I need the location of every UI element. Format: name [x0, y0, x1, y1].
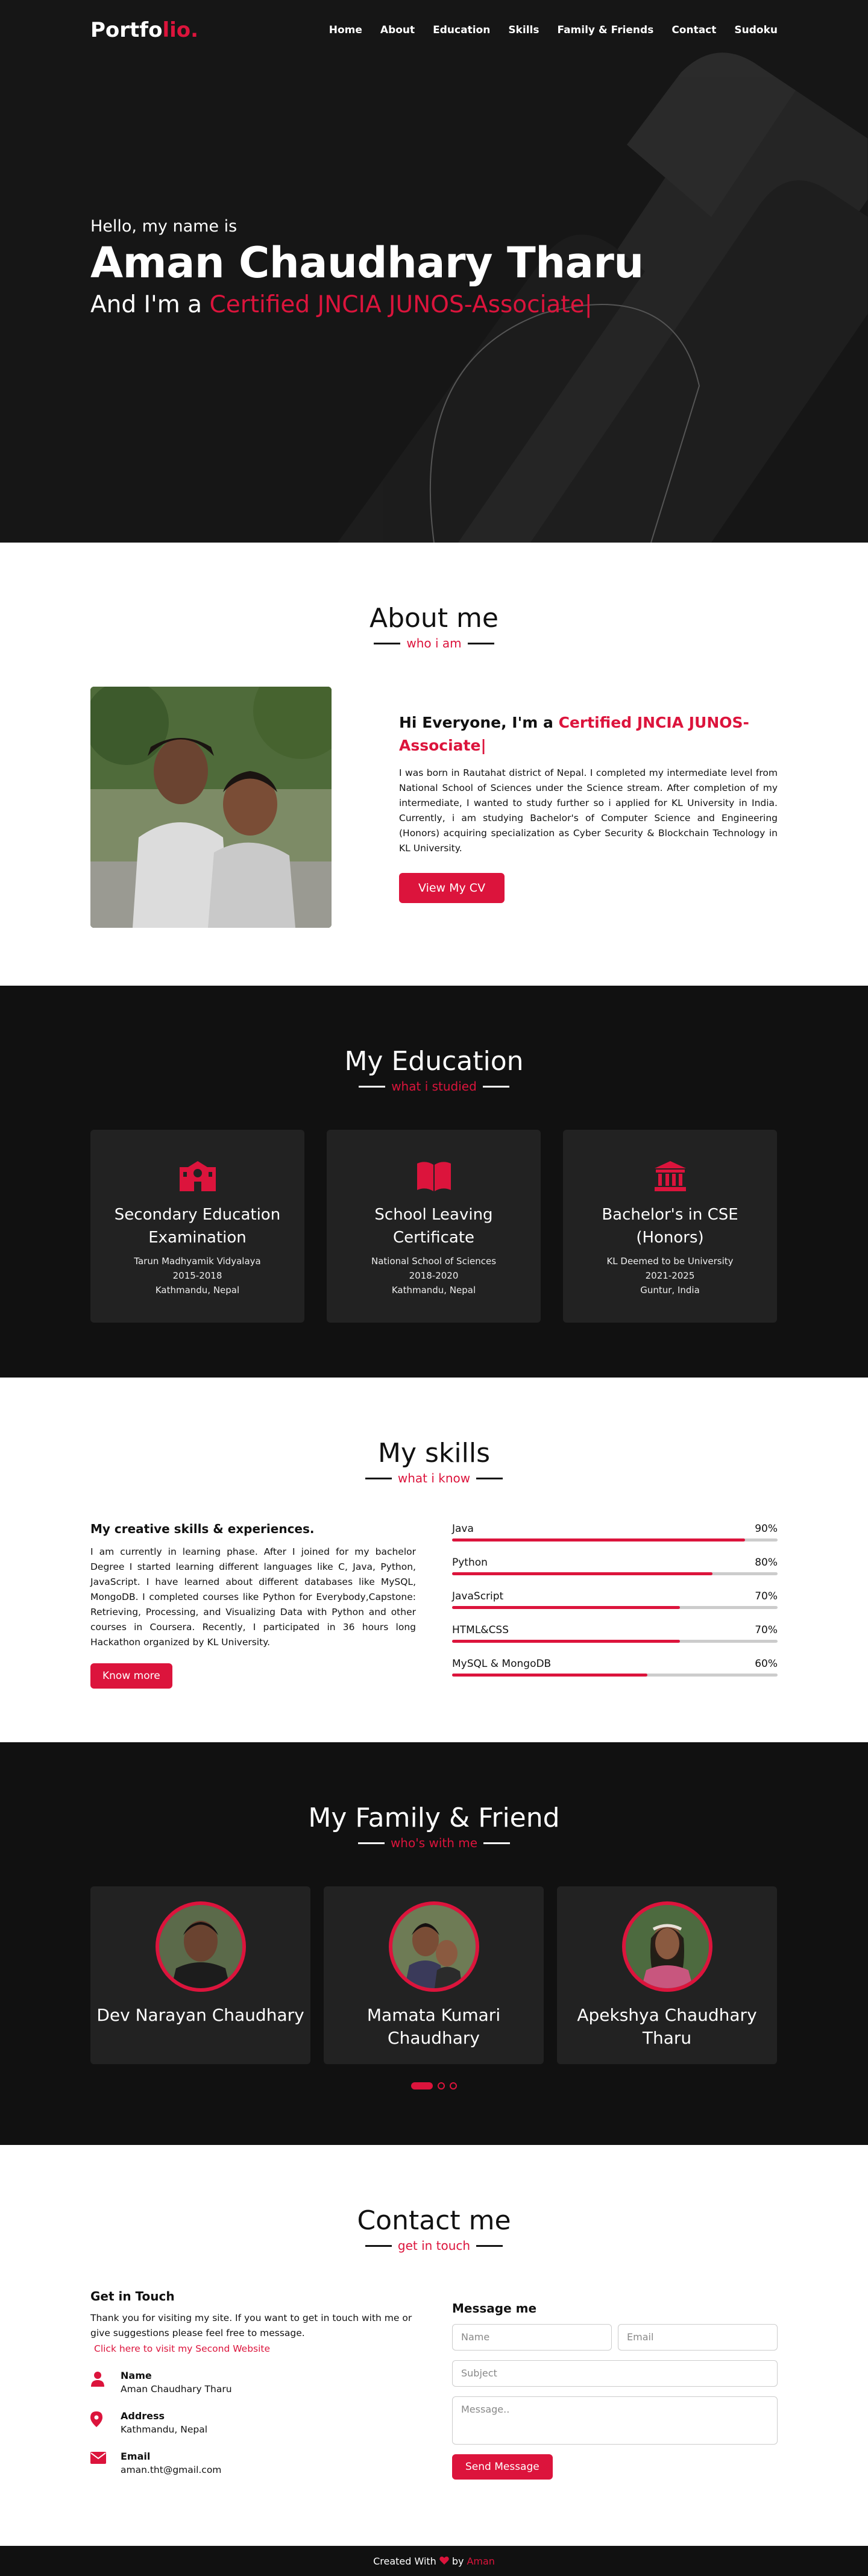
contact-section: Contact me get in touch Get in Touch Tha…: [0, 2145, 868, 2546]
family-section: My Family & Friend who's with me Dev Nar…: [0, 1742, 868, 2145]
subject-input[interactable]: Subject: [452, 2360, 778, 2387]
nav-menu: Home About Education Skills Family & Fri…: [329, 24, 778, 36]
avatar: [621, 1901, 712, 1992]
skill-bar: Python 80%: [452, 1557, 778, 1575]
email-input[interactable]: Email: [618, 2324, 778, 2351]
view-cv-button[interactable]: View My CV: [399, 873, 505, 903]
envelope-icon: [90, 2451, 121, 2466]
nav-item-about[interactable]: About: [380, 24, 415, 36]
book-icon: [327, 1160, 541, 1192]
carousel-dot[interactable]: [411, 2082, 433, 2089]
avatar: [155, 1901, 246, 1992]
skill-bar: HTML&CSS 70%: [452, 1624, 778, 1643]
nav-item-family[interactable]: Family & Friends: [557, 24, 653, 36]
hero-role: And I'm a Certified JNCIA JUNOS-Associat…: [90, 291, 593, 318]
person-icon: [90, 2370, 121, 2389]
profile-photo: [90, 687, 332, 928]
about-heading: Hi Everyone, I'm a Certified JNCIA JUNOS…: [399, 714, 749, 754]
know-more-button[interactable]: Know more: [90, 1663, 172, 1689]
skills-heading: My creative skills & experiences.: [90, 1522, 315, 1536]
carousel-dot[interactable]: [450, 2082, 457, 2089]
logo[interactable]: Portfolio.: [90, 18, 198, 42]
family-card[interactable]: Dev Narayan Chaudhary: [90, 1886, 310, 2064]
avatar: [388, 1901, 479, 1992]
family-title: My Family & Friend who's with me: [308, 1803, 560, 1850]
education-title: My Education what i studied: [344, 1046, 524, 1094]
family-card[interactable]: Mamata Kumari Chaudhary: [324, 1886, 544, 2064]
about-title: About me who i am: [369, 603, 498, 650]
hero-section: Hello, my name is Aman Chaudhary Tharu A…: [0, 0, 868, 543]
skill-bars: Java 90% Python 80% JavaScript 70% HTML&CSS…: [452, 1522, 778, 1692]
nav-item-education[interactable]: Education: [433, 24, 490, 36]
contact-heading: Get in Touch: [90, 2289, 175, 2304]
message-textarea[interactable]: Message..: [452, 2396, 778, 2445]
contact-address: Address Kathmandu, Nepal: [90, 2410, 416, 2435]
education-section: My Education what i studied Secondary Ed…: [0, 986, 868, 1378]
contact-form: Message me Name Email Subject Message.. …: [452, 2289, 778, 2480]
education-card: Secondary Education Examination Tarun Ma…: [90, 1130, 304, 1323]
carousel-dot[interactable]: [438, 2082, 445, 2089]
nav-item-skills[interactable]: Skills: [508, 24, 539, 36]
education-card: School Leaving Certificate National Scho…: [327, 1130, 541, 1323]
skill-bar: MySQL & MongoDB 60%: [452, 1658, 778, 1677]
nav-item-sudoku[interactable]: Sudoku: [734, 24, 778, 36]
map-marker-icon: [90, 2410, 121, 2430]
contact-name: Name Aman Chaudhary Tharu: [90, 2370, 416, 2395]
skill-bar: JavaScript 70%: [452, 1590, 778, 1609]
send-message-button[interactable]: Send Message: [452, 2454, 553, 2480]
school-icon: [90, 1160, 304, 1192]
about-section: About me who i am Hi Everyone, I'm a Cer…: [0, 543, 868, 986]
heart-icon: [439, 2556, 449, 2567]
nav-item-home[interactable]: Home: [329, 24, 362, 36]
hero-name: Aman Chaudhary Tharu: [90, 238, 644, 288]
navbar: Portfolio. Home About Education Skills F…: [0, 0, 868, 60]
carousel-dots: [90, 2082, 778, 2089]
nav-item-contact[interactable]: Contact: [671, 24, 716, 36]
family-card[interactable]: Apekshya Chaudhary Tharu: [557, 1886, 777, 2064]
hero-greeting: Hello, my name is: [90, 217, 237, 236]
skills-paragraph: I am currently in learning phase. After …: [90, 1546, 416, 1648]
name-input[interactable]: Name: [452, 2324, 612, 2351]
education-card: Bachelor's in CSE (Honors) KL Deemed to …: [563, 1130, 777, 1323]
contact-paragraph: Thank you for visiting my site. If you w…: [90, 2313, 412, 2338]
university-icon: [563, 1160, 777, 1192]
footer-author-link[interactable]: Aman: [467, 2556, 494, 2567]
skills-section: My skills what i know My creative skills…: [0, 1378, 868, 1742]
skill-bar: Java 90%: [452, 1523, 778, 1542]
about-paragraph: I was born in Rautahat district of Nepal…: [399, 767, 778, 854]
contact-title: Contact me get in touch: [357, 2205, 511, 2253]
second-website-link[interactable]: Click here to visit my Second Website: [90, 2343, 416, 2354]
contact-email: Email aman.tht@gmail.com: [90, 2451, 416, 2475]
form-heading: Message me: [452, 2301, 537, 2316]
footer: Created With by Aman: [0, 2546, 868, 2576]
hero-text: Hello, my name is Aman Chaudhary Tharu A…: [90, 217, 644, 318]
skills-title: My skills what i know: [90, 1438, 778, 1485]
